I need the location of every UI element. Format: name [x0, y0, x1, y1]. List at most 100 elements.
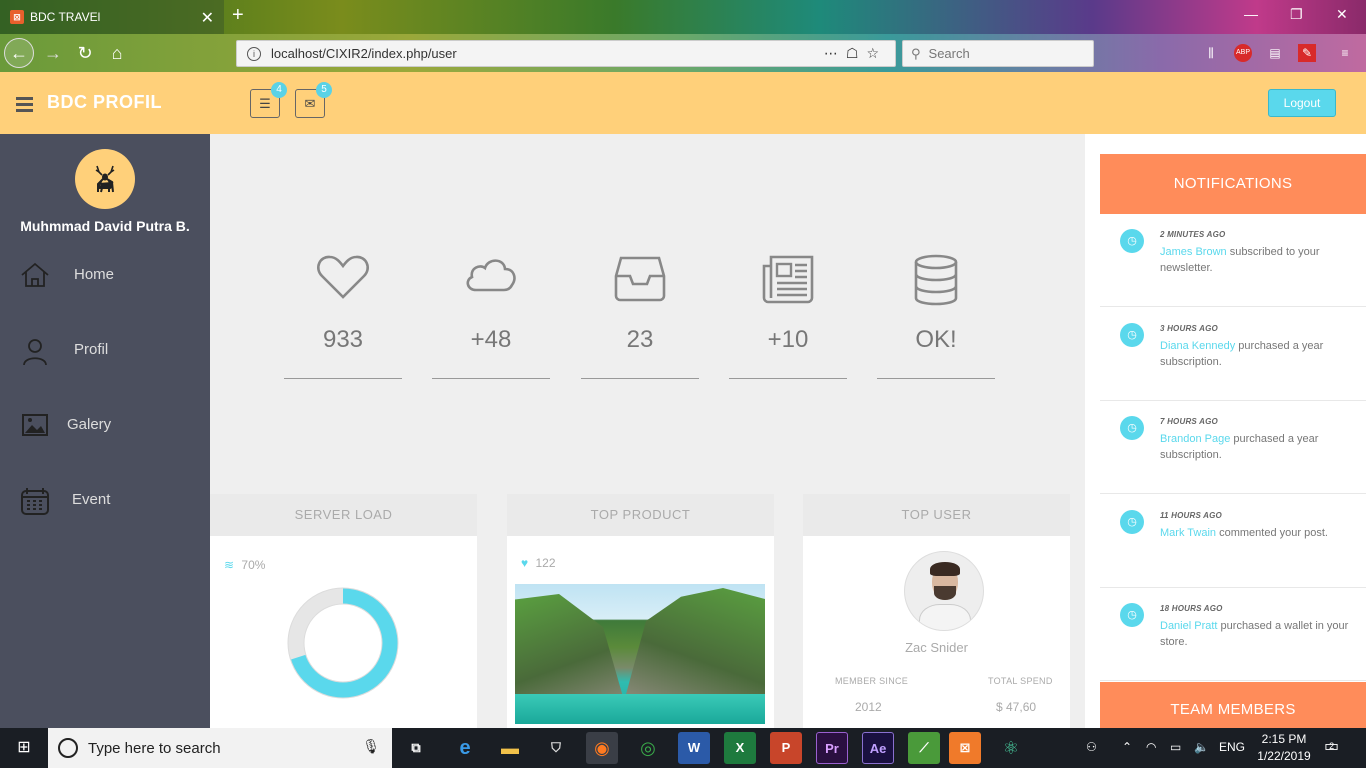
minimize-icon[interactable]: —	[1244, 6, 1258, 22]
cortana-icon	[58, 738, 78, 758]
image-icon	[20, 411, 50, 441]
server-load-percent: 70%	[241, 558, 266, 572]
forward-icon[interactable]: →	[40, 40, 66, 66]
browser-tab[interactable]: ⊠ BDC TRAVEl ✕	[0, 0, 224, 34]
volume-icon[interactable]: 🔈	[1194, 740, 1209, 754]
clock-icon: ◷	[1120, 603, 1144, 627]
stat-value: +10	[767, 326, 809, 353]
notification-item[interactable]: ◷ 3 HOURS AGO Diana Kennedy purchased a …	[1100, 308, 1366, 401]
page-actions-icon[interactable]: ⋯☖☆	[824, 45, 887, 62]
hamburger-menu-icon[interactable]	[16, 97, 33, 115]
people-icon[interactable]: ⚇	[1086, 740, 1097, 754]
notification-user-link[interactable]: Mark Twain	[1160, 527, 1216, 539]
wifi-icon[interactable]: ◠	[1146, 740, 1156, 754]
main-content: 933 +48 23 +10 OK! SERVER LOAD ≋ 70% TOP…	[210, 134, 1085, 734]
word-icon[interactable]: W	[678, 732, 710, 764]
team-members-title: TEAM MEMBERS	[1100, 682, 1366, 732]
battery-icon[interactable]: ▭	[1170, 740, 1181, 754]
sidebar-item-event[interactable]: Event	[0, 481, 210, 521]
card-title: SERVER LOAD	[210, 494, 477, 536]
premiere-icon[interactable]: Pr	[816, 732, 848, 764]
firefox-icon[interactable]: ◉	[586, 732, 618, 764]
clock[interactable]: 2:15 PM 1/22/2019	[1252, 731, 1316, 765]
notification-time: 18 HOURS AGO	[1160, 604, 1223, 613]
chrome-icon[interactable]: ◎	[632, 732, 664, 764]
product-photo[interactable]	[515, 584, 765, 724]
store-icon[interactable]: ⛉	[540, 732, 572, 764]
search-icon: ⚲	[911, 45, 921, 61]
clock-icon: ◷	[1120, 416, 1144, 440]
home-browser-icon[interactable]: ⌂	[104, 40, 130, 66]
likes-count: ♥ 122	[521, 556, 556, 570]
clock-time: 2:15 PM	[1261, 732, 1307, 746]
sidebar-item-label: Profil	[74, 341, 109, 358]
notification-user-link[interactable]: Diana Kennedy	[1160, 340, 1235, 352]
logout-button[interactable]: Logout	[1268, 89, 1336, 117]
new-tab-icon[interactable]: +	[232, 4, 244, 27]
notification-text: Daniel Pratt purchased a wallet in your …	[1160, 620, 1349, 648]
browser-tabbar: ⊠ BDC TRAVEl ✕ + — ❐ ✕	[0, 0, 1366, 34]
info-icon[interactable]: i	[247, 46, 261, 61]
microphone-icon[interactable]: 🎙	[362, 738, 380, 755]
stat-value: 933	[322, 326, 364, 353]
task-view-icon[interactable]: ⧉	[400, 732, 432, 764]
envelope-icon: ✉	[304, 96, 316, 111]
sidebar-item-home[interactable]: Home	[0, 256, 210, 296]
notification-item[interactable]: ◷ 18 HOURS AGO Daniel Pratt purchased a …	[1100, 588, 1366, 681]
back-icon[interactable]: ←	[4, 38, 34, 68]
stat-value: 23	[626, 326, 654, 353]
notification-text: Mark Twain commented your post.	[1160, 527, 1328, 539]
taskbar-search-input[interactable]: Type here to search 🎙	[48, 728, 392, 768]
file-explorer-icon[interactable]: ▬	[494, 732, 526, 764]
clock-icon: ◷	[1120, 229, 1144, 253]
tab-close-icon[interactable]: ✕	[201, 8, 214, 28]
restore-icon[interactable]: ❐	[1290, 6, 1303, 23]
sidebar-item-galery[interactable]: Galery	[0, 406, 210, 446]
tab-title: BDC TRAVEl	[30, 10, 101, 24]
clock-icon: ◷	[1120, 323, 1144, 347]
taskbar: ⊞ Type here to search 🎙 ⧉ e ▬ ⛉ ◉ ◎ W X …	[0, 728, 1366, 768]
avatar[interactable]	[75, 149, 135, 209]
tasks-button[interactable]: ☰ 4	[250, 82, 287, 118]
powerpoint-icon[interactable]: P	[770, 732, 802, 764]
windows-start-icon[interactable]: ⊞	[0, 728, 48, 768]
atom-icon[interactable]: ⚛	[995, 732, 1027, 764]
notification-item[interactable]: ◷ 7 HOURS AGO Brandon Page purchased a y…	[1100, 401, 1366, 494]
stat-inbox: 23	[581, 254, 699, 379]
messages-button[interactable]: ✉ 5	[295, 82, 332, 118]
stat-likes: 933	[284, 254, 402, 379]
reload-icon[interactable]: ↻	[72, 40, 98, 66]
notification-item[interactable]: ◷ 11 HOURS AGO Mark Twain commented your…	[1100, 495, 1366, 588]
url-bar[interactable]: i localhost/CIXIR2/index.php/user ⋯☖☆	[236, 40, 896, 67]
adblock-icon[interactable]: ABP	[1234, 44, 1252, 62]
after-effects-icon[interactable]: Ae	[862, 732, 894, 764]
language-indicator[interactable]: ENG	[1219, 740, 1245, 754]
action-center-icon[interactable]: ▭2	[1324, 736, 1344, 756]
excel-icon[interactable]: X	[724, 732, 756, 764]
user-name: Muhmmad David Putra B.	[20, 218, 190, 234]
notification-user-link[interactable]: Daniel Pratt	[1160, 620, 1217, 632]
sidebar-item-profil[interactable]: Profil	[0, 331, 210, 371]
notification-item[interactable]: ◷ 2 MINUTES AGO James Brown subscribed t…	[1100, 214, 1366, 307]
sidebar-item-label: Home	[74, 266, 115, 283]
database-icon	[877, 254, 995, 306]
browser-search-placeholder: Search	[928, 46, 970, 61]
sidebar: Muhmmad David Putra B. Home Profil Galer…	[0, 134, 210, 728]
notification-user-link[interactable]: James Brown	[1160, 246, 1227, 258]
chevron-up-icon[interactable]: ⌃	[1122, 740, 1132, 754]
extension-icon[interactable]: ✎	[1298, 44, 1316, 62]
browser-search-input[interactable]: ⚲ Search	[902, 40, 1094, 67]
edge-icon[interactable]: e	[449, 732, 481, 764]
card-title: TOP PRODUCT	[507, 494, 774, 536]
top-user-card: TOP USER Zac Snider MEMBER SINCE TOTAL S…	[803, 494, 1070, 734]
sketchup-icon[interactable]: ⟋	[908, 732, 940, 764]
top-user-avatar[interactable]	[904, 551, 984, 631]
server-load-donut	[287, 587, 399, 699]
library-icon[interactable]: ⫼	[1202, 44, 1220, 62]
xampp-icon[interactable]: ⊠	[949, 732, 981, 764]
sidebar-toggle-icon[interactable]: ▤	[1266, 44, 1284, 62]
window-close-icon[interactable]: ✕	[1336, 6, 1348, 23]
menu-icon[interactable]: ≡	[1336, 44, 1354, 62]
cloud-icon	[432, 254, 550, 304]
notification-user-link[interactable]: Brandon Page	[1160, 433, 1230, 445]
